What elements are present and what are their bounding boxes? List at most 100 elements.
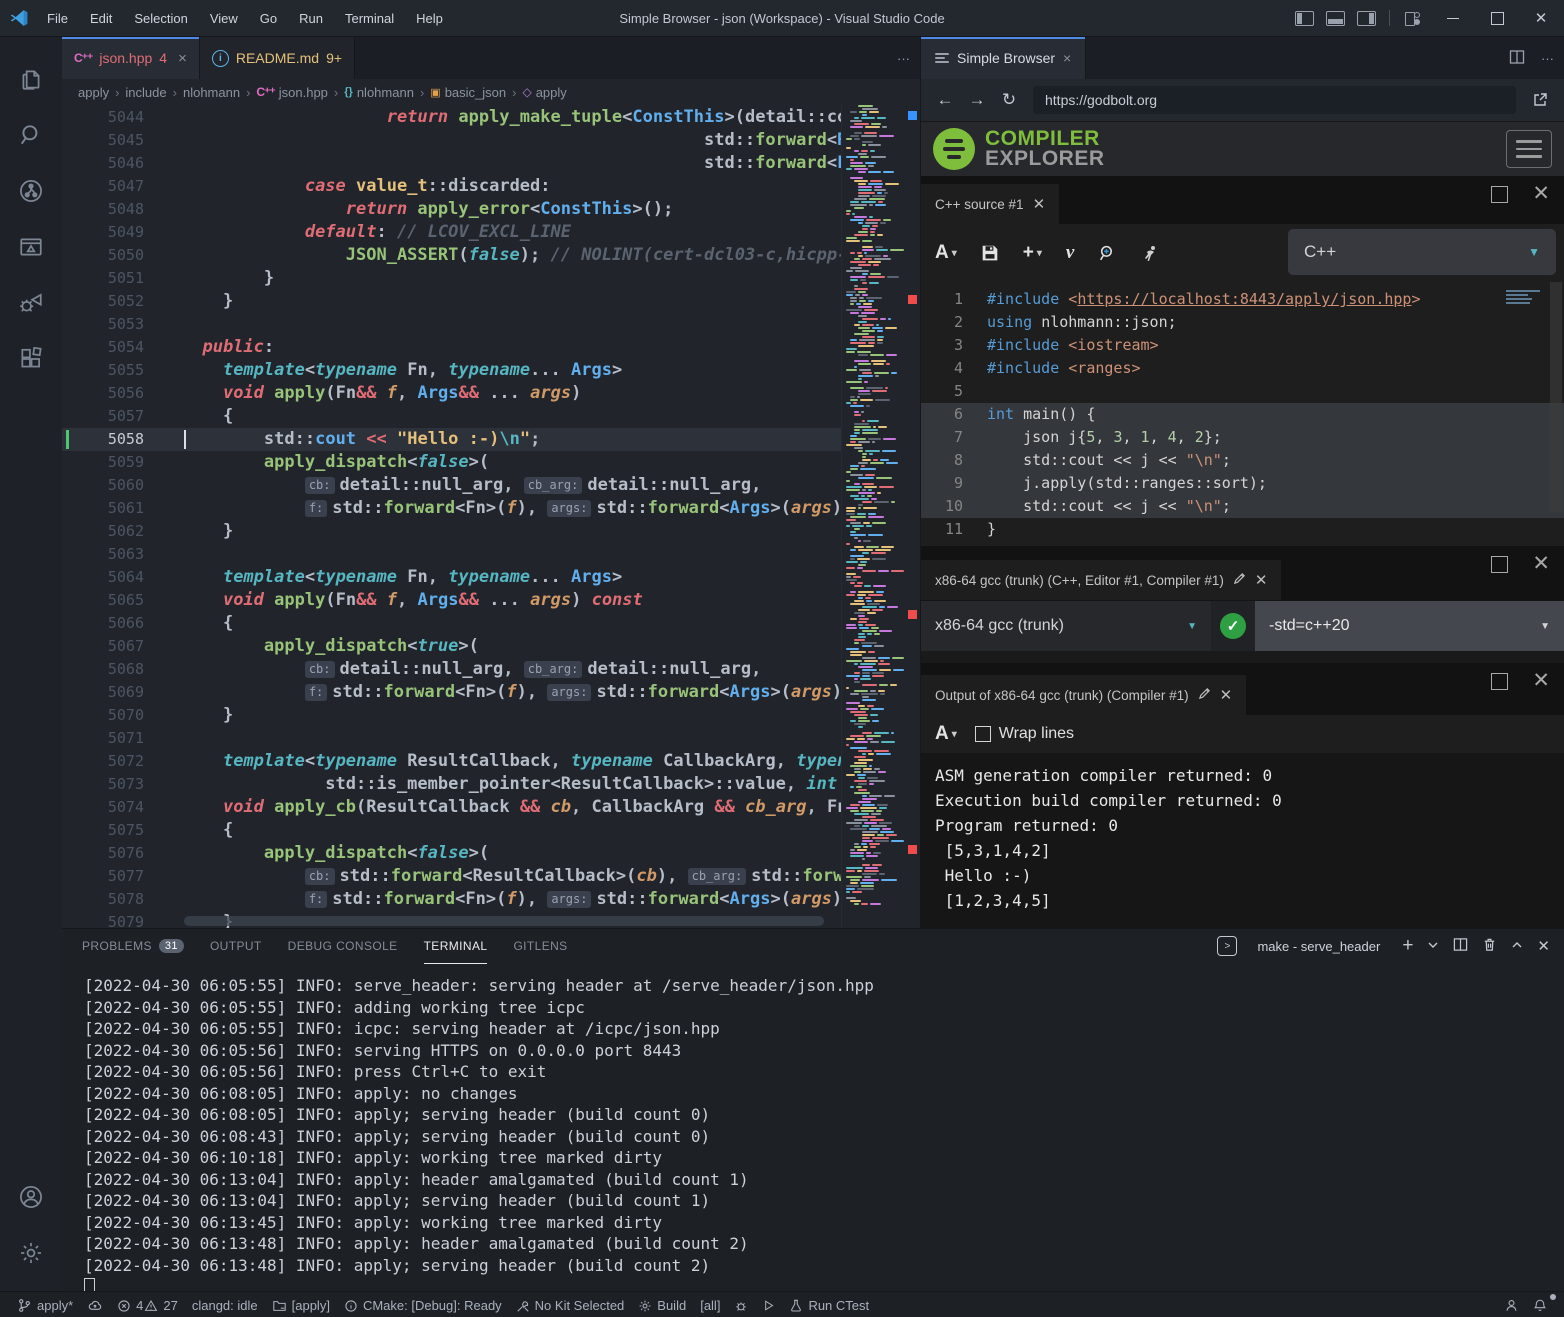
panel-tab-terminal[interactable]: TERMINAL: [424, 929, 488, 964]
zoom-icon[interactable]: [1098, 244, 1117, 263]
overview-ruler[interactable]: [904, 105, 920, 928]
maximize-pane-icon[interactable]: [1491, 186, 1508, 203]
inlay-hint[interactable]: cb:: [305, 868, 335, 885]
code-line[interactable]: 5061 f:std::forward<Fn>(f), args:std::fo…: [62, 497, 842, 520]
code-editor[interactable]: 5044 return apply_make_tuple<ConstThis>(…: [62, 105, 920, 928]
code-line[interactable]: 5057 {: [62, 405, 842, 428]
account-icon[interactable]: [7, 1169, 55, 1225]
code-line[interactable]: 5063: [62, 543, 842, 566]
url-input[interactable]: https://godbolt.org: [1033, 86, 1516, 114]
explorer-icon[interactable]: [7, 51, 55, 107]
maximize-pane-icon[interactable]: [1491, 556, 1508, 573]
code-line[interactable]: 5077 cb:std::forward<ResultCallback>(cb)…: [62, 865, 842, 888]
close-pane-icon[interactable]: ✕: [1532, 556, 1550, 573]
status-run-ctest[interactable]: Run CTest: [782, 1292, 876, 1317]
close-window-button[interactable]: ✕: [1526, 3, 1556, 33]
code-line[interactable]: 7 json j{5, 3, 1, 4, 2};: [921, 426, 1564, 449]
ce-logo-gear-icon[interactable]: [933, 128, 975, 170]
panel-tab-problems[interactable]: PROBLEMS31: [82, 929, 184, 963]
close-icon[interactable]: ✕: [1220, 686, 1233, 704]
status-publish-changes[interactable]: [80, 1292, 110, 1317]
inlay-hint[interactable]: cb:: [305, 477, 335, 494]
maximize-button[interactable]: [1482, 3, 1512, 33]
menu-file[interactable]: File: [38, 7, 77, 30]
close-tab-icon[interactable]: ×: [178, 50, 187, 67]
hamburger-menu-icon[interactable]: [1506, 130, 1552, 168]
settings-gear-icon[interactable]: [7, 1225, 55, 1281]
tab-json-hpp[interactable]: C⁺⁺ json.hpp 4 ×: [62, 37, 200, 79]
code-line[interactable]: 5078 f:std::forward<Fn>(f), args:std::fo…: [62, 888, 842, 911]
horizontal-scrollbar[interactable]: [184, 916, 824, 926]
tab-readme-md[interactable]: i README.md 9+: [200, 37, 355, 79]
ce-mascot-icon[interactable]: [1141, 244, 1159, 262]
status-notifications[interactable]: [1526, 1292, 1554, 1317]
status-git-branch[interactable]: apply*: [10, 1292, 80, 1317]
status-cmake-kit[interactable]: No Kit Selected: [509, 1292, 632, 1317]
code-line[interactable]: 5047 case value_t::discarded:: [62, 175, 842, 198]
status-launch-target[interactable]: [755, 1292, 782, 1317]
terminal-dropdown-icon[interactable]: [1427, 938, 1439, 955]
code-line[interactable]: 4#include <ranges>: [921, 357, 1564, 380]
code-line[interactable]: 5055 template<typename Fn, typename... A…: [62, 359, 842, 382]
code-line[interactable]: 3#include <iostream>: [921, 334, 1564, 357]
back-icon[interactable]: ←: [931, 86, 959, 114]
ce-compiler-tab[interactable]: x86-64 gcc (trunk) (C++, Editor #1, Comp…: [921, 560, 1281, 600]
menu-run[interactable]: Run: [290, 7, 332, 30]
code-line[interactable]: 5054 public:: [62, 336, 842, 359]
status-cmake-build[interactable]: Build: [631, 1292, 693, 1317]
more-actions-icon[interactable]: ···: [897, 51, 910, 66]
vim-mode-icon[interactable]: v: [1066, 242, 1074, 264]
code-line[interactable]: 10 std::cout << j << "\n";: [921, 495, 1564, 518]
extensions-icon[interactable]: [7, 331, 55, 387]
toggle-panel-icon[interactable]: [1326, 11, 1345, 26]
source-control-icon[interactable]: [7, 163, 55, 219]
minimize-button[interactable]: [1438, 3, 1468, 33]
menu-go[interactable]: Go: [251, 7, 286, 30]
search-icon[interactable]: [7, 107, 55, 163]
close-pane-icon[interactable]: ✕: [1532, 186, 1550, 203]
breadcrumb-item-basic_json[interactable]: ▣basic_json: [430, 85, 506, 100]
code-line[interactable]: 2using nlohmann::json;: [921, 311, 1564, 334]
code-line[interactable]: 5045 std::forward<Res: [62, 129, 842, 152]
add-pane-button[interactable]: +▾: [1023, 242, 1042, 264]
code-line[interactable]: 5074 void apply_cb(ResultCallback && cb,…: [62, 796, 842, 819]
code-line[interactable]: 5049 default: // LCOV_EXCL_LINE: [62, 221, 842, 244]
code-line[interactable]: 5048 return apply_error<ConstThis>();: [62, 198, 842, 221]
code-line[interactable]: 9 j.apply(std::ranges::sort);: [921, 472, 1564, 495]
more-actions-icon[interactable]: ···: [1541, 51, 1554, 66]
ce-source-tab[interactable]: C++ source #1 ✕: [921, 184, 1059, 224]
panel-tab-debug-console[interactable]: DEBUG CONSOLE: [288, 929, 398, 963]
inlay-hint[interactable]: f:: [305, 684, 327, 701]
font-size-button[interactable]: A▾: [935, 242, 957, 264]
maximize-panel-icon[interactable]: [1511, 938, 1523, 955]
compiler-options-input[interactable]: -std=c++20 ▼: [1255, 601, 1564, 651]
code-line[interactable]: 5044 return apply_make_tuple<ConstThis>(…: [62, 106, 842, 129]
minimap[interactable]: [841, 105, 904, 928]
wrap-lines-checkbox[interactable]: Wrap lines: [975, 725, 1074, 743]
edit-title-icon[interactable]: [1233, 572, 1246, 588]
status-feedback[interactable]: [1497, 1292, 1526, 1317]
toggle-secondary-sidebar-icon[interactable]: [1357, 11, 1376, 26]
run-and-debug-icon[interactable]: [7, 275, 55, 331]
close-panel-icon[interactable]: ✕: [1537, 937, 1550, 955]
code-line[interactable]: 5068 cb:detail::null_arg, cb_arg:detail:…: [62, 658, 842, 681]
ce-output-tab[interactable]: Output of x86-64 gcc (trunk) (Compiler #…: [921, 675, 1246, 715]
code-line[interactable]: 1#include <https://localhost:8443/apply/…: [921, 288, 1564, 311]
code-line[interactable]: 5067 apply_dispatch<true>(: [62, 635, 842, 658]
status-build-target[interactable]: [all]: [693, 1292, 727, 1317]
code-line[interactable]: 5052 }: [62, 290, 842, 313]
new-terminal-icon[interactable]: +: [1402, 935, 1413, 957]
code-line[interactable]: 5058 std::cout << "Hello :-)\n";: [62, 428, 842, 451]
breadcrumb-item-apply[interactable]: apply: [78, 85, 109, 100]
inlay-hint[interactable]: args:: [547, 891, 591, 908]
inlay-hint[interactable]: cb_arg:: [688, 868, 747, 885]
reload-icon[interactable]: ↻: [995, 86, 1023, 114]
code-line[interactable]: 5075 {: [62, 819, 842, 842]
font-size-button[interactable]: A▾: [935, 723, 957, 745]
customize-layout-icon[interactable]: [1403, 12, 1421, 25]
live-preview-icon[interactable]: [7, 219, 55, 275]
panel-tab-output[interactable]: OUTPUT: [210, 929, 262, 963]
code-line[interactable]: 5071: [62, 727, 842, 750]
menu-terminal[interactable]: Terminal: [336, 7, 403, 30]
panel-tab-gitlens[interactable]: GITLENS: [513, 929, 567, 963]
